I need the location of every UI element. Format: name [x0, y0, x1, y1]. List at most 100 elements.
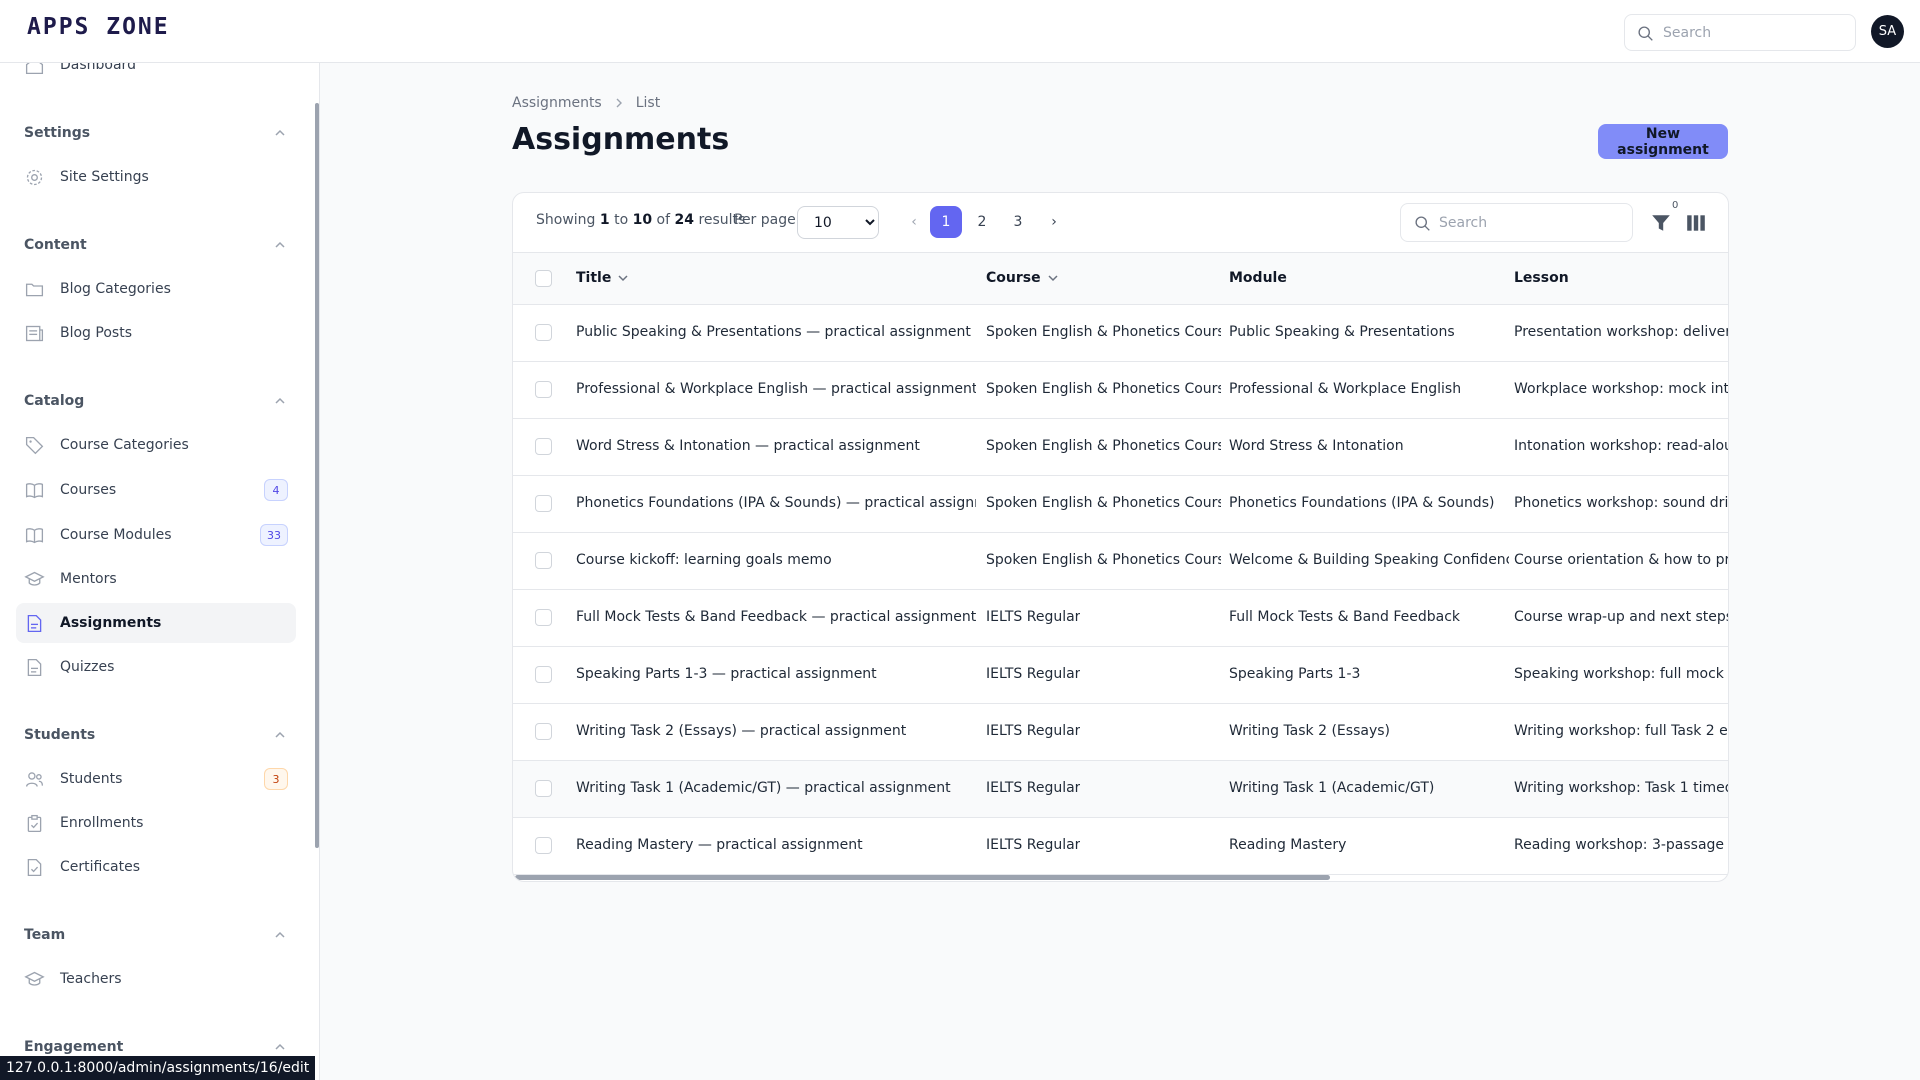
- cell-module[interactable]: Full Mock Tests & Band Feedback: [1229, 609, 1460, 625]
- cell-lesson[interactable]: Workplace workshop: mock intervi: [1514, 381, 1728, 397]
- cell-module[interactable]: Word Stress & Intonation: [1229, 438, 1404, 454]
- table-row[interactable]: Course kickoff: learning goals memo Spoke…: [513, 533, 1728, 590]
- column-header-title[interactable]: Title: [576, 270, 629, 286]
- cell-course[interactable]: Spoken English & Phonetics Course: [986, 552, 1221, 568]
- table-row[interactable]: Reading Mastery — practical assignment IE…: [513, 818, 1728, 875]
- breadcrumb-link-assignments[interactable]: Assignments: [512, 95, 602, 111]
- sidebar-item-enrollments[interactable]: Enrollments: [16, 803, 296, 843]
- cell-title[interactable]: Writing Task 1 (Academic/GT) — practical…: [576, 780, 951, 796]
- cell-module[interactable]: Writing Task 1 (Academic/GT): [1229, 780, 1434, 796]
- table-row[interactable]: Writing Task 1 (Academic/GT) — practical…: [513, 761, 1728, 818]
- columns-icon[interactable]: [1685, 212, 1707, 234]
- table-search[interactable]: [1400, 203, 1633, 242]
- table-row[interactable]: Public Speaking & Presentations — practi…: [513, 305, 1728, 362]
- table-row[interactable]: Phonetics Foundations (IPA & Sounds) — p…: [513, 476, 1728, 533]
- page-1-button[interactable]: 1: [930, 206, 962, 238]
- row-checkbox[interactable]: [535, 666, 552, 683]
- cell-module[interactable]: Writing Task 2 (Essays): [1229, 723, 1390, 739]
- cell-title[interactable]: Public Speaking & Presentations — practi…: [576, 324, 971, 340]
- sidebar-item-course-modules[interactable]: Course Modules 33: [16, 515, 296, 555]
- cell-lesson[interactable]: Presentation workshop: deliver a 2: [1514, 324, 1728, 340]
- sidebar-item-blog-categories[interactable]: Blog Categories: [16, 269, 296, 309]
- cell-title[interactable]: Speaking Parts 1-3 — practical assignmen…: [576, 666, 877, 682]
- group-catalog[interactable]: Catalog: [24, 389, 286, 413]
- table-row[interactable]: Speaking Parts 1-3 — practical assignmen…: [513, 647, 1728, 704]
- cell-course[interactable]: IELTS Regular: [986, 723, 1080, 739]
- new-assignment-button[interactable]: New assignment: [1598, 124, 1728, 159]
- sidebar-item-quizzes[interactable]: Quizzes: [16, 647, 296, 687]
- global-search-input[interactable]: [1663, 15, 1848, 50]
- cell-title[interactable]: Word Stress & Intonation — practical ass…: [576, 438, 920, 454]
- prev-page-button[interactable]: ‹: [898, 206, 930, 238]
- user-avatar[interactable]: SA: [1871, 15, 1904, 48]
- cell-course[interactable]: IELTS Regular: [986, 609, 1080, 625]
- cell-module[interactable]: Professional & Workplace English: [1229, 381, 1461, 397]
- group-team[interactable]: Team: [24, 923, 286, 947]
- cell-lesson[interactable]: Phonetics workshop: sound drills: [1514, 495, 1728, 511]
- row-checkbox[interactable]: [535, 381, 552, 398]
- sidebar-item-assignments[interactable]: Assignments: [16, 603, 296, 643]
- sidebar-item-students[interactable]: Students 3: [16, 759, 296, 799]
- cell-module[interactable]: Welcome & Building Speaking Confidence: [1229, 552, 1509, 568]
- cell-course[interactable]: Spoken English & Phonetics Course: [986, 324, 1221, 340]
- row-checkbox[interactable]: [535, 723, 552, 740]
- cell-title[interactable]: Writing Task 2 (Essays) — practical assi…: [576, 723, 906, 739]
- column-header-course[interactable]: Course: [986, 270, 1059, 286]
- page-2-button[interactable]: 2: [966, 206, 998, 238]
- cell-title[interactable]: Reading Mastery — practical assignment: [576, 837, 863, 853]
- table-row[interactable]: Writing Task 2 (Essays) — practical assi…: [513, 704, 1728, 761]
- sidebar-item-dashboard[interactable]: Dashboard: [16, 63, 296, 85]
- cell-course[interactable]: IELTS Regular: [986, 837, 1080, 853]
- sidebar-item-course-categories[interactable]: Course Categories: [16, 425, 296, 465]
- cell-module[interactable]: Phonetics Foundations (IPA & Sounds): [1229, 495, 1494, 511]
- sidebar-item-site-settings[interactable]: Site Settings: [16, 157, 296, 197]
- horizontal-scrollbar[interactable]: [515, 875, 1330, 880]
- cell-course[interactable]: Spoken English & Phonetics Course: [986, 495, 1221, 511]
- global-search[interactable]: [1624, 14, 1856, 51]
- sidebar-scrollbar[interactable]: [315, 103, 319, 848]
- next-page-button[interactable]: ›: [1038, 206, 1070, 238]
- app-logo[interactable]: APPS ZONE: [27, 14, 170, 40]
- cell-course[interactable]: IELTS Regular: [986, 666, 1080, 682]
- cell-course[interactable]: IELTS Regular: [986, 780, 1080, 796]
- cell-lesson[interactable]: Reading workshop: 3-passage time: [1514, 837, 1728, 853]
- per-page-select[interactable]: 5102550: [797, 206, 879, 239]
- row-checkbox[interactable]: [535, 495, 552, 512]
- cell-lesson[interactable]: Course orientation & how to practi: [1514, 552, 1728, 568]
- sidebar-item-teachers[interactable]: Teachers: [16, 959, 296, 999]
- group-students[interactable]: Students: [24, 723, 286, 747]
- page-3-button[interactable]: 3: [1002, 206, 1034, 238]
- filter-icon[interactable]: [1650, 212, 1672, 234]
- cell-lesson[interactable]: Course wrap-up and next steps: [1514, 609, 1728, 625]
- cell-lesson[interactable]: Writing workshop: Task 1 timed pr: [1514, 780, 1728, 796]
- cell-course[interactable]: Spoken English & Phonetics Course: [986, 381, 1221, 397]
- row-checkbox[interactable]: [535, 552, 552, 569]
- row-checkbox[interactable]: [535, 780, 552, 797]
- sidebar-item-mentors[interactable]: Mentors: [16, 559, 296, 599]
- sidebar-item-courses[interactable]: Courses 4: [16, 470, 296, 510]
- sidebar-item-blog-posts[interactable]: Blog Posts: [16, 313, 296, 353]
- row-checkbox[interactable]: [535, 609, 552, 626]
- cell-module[interactable]: Reading Mastery: [1229, 837, 1346, 853]
- cell-module[interactable]: Public Speaking & Presentations: [1229, 324, 1455, 340]
- cell-title[interactable]: Phonetics Foundations (IPA & Sounds) — p…: [576, 495, 976, 511]
- row-checkbox[interactable]: [535, 324, 552, 341]
- cell-lesson[interactable]: Speaking workshop: full mock inte: [1514, 666, 1728, 682]
- cell-lesson[interactable]: Writing workshop: full Task 2 essay: [1514, 723, 1728, 739]
- sidebar-item-certificates[interactable]: Certificates: [16, 847, 296, 887]
- row-checkbox[interactable]: [535, 837, 552, 854]
- cell-course[interactable]: Spoken English & Phonetics Course: [986, 438, 1221, 454]
- table-row[interactable]: Full Mock Tests & Band Feedback — practi…: [513, 590, 1728, 647]
- cell-module[interactable]: Speaking Parts 1-3: [1229, 666, 1360, 682]
- cell-title[interactable]: Full Mock Tests & Band Feedback — practi…: [576, 609, 976, 625]
- table-search-input[interactable]: [1439, 204, 1624, 241]
- table-row[interactable]: Word Stress & Intonation — practical ass…: [513, 419, 1728, 476]
- row-checkbox[interactable]: [535, 438, 552, 455]
- group-content[interactable]: Content: [24, 233, 286, 257]
- table-row[interactable]: Professional & Workplace English — pract…: [513, 362, 1728, 419]
- cell-title[interactable]: Professional & Workplace English — pract…: [576, 381, 976, 397]
- cell-title[interactable]: Course kickoff: learning goals memo: [576, 552, 832, 568]
- group-settings[interactable]: Settings: [24, 121, 286, 145]
- select-all-checkbox[interactable]: [535, 270, 552, 287]
- cell-lesson[interactable]: Intonation workshop: read-aloud p: [1514, 438, 1728, 454]
